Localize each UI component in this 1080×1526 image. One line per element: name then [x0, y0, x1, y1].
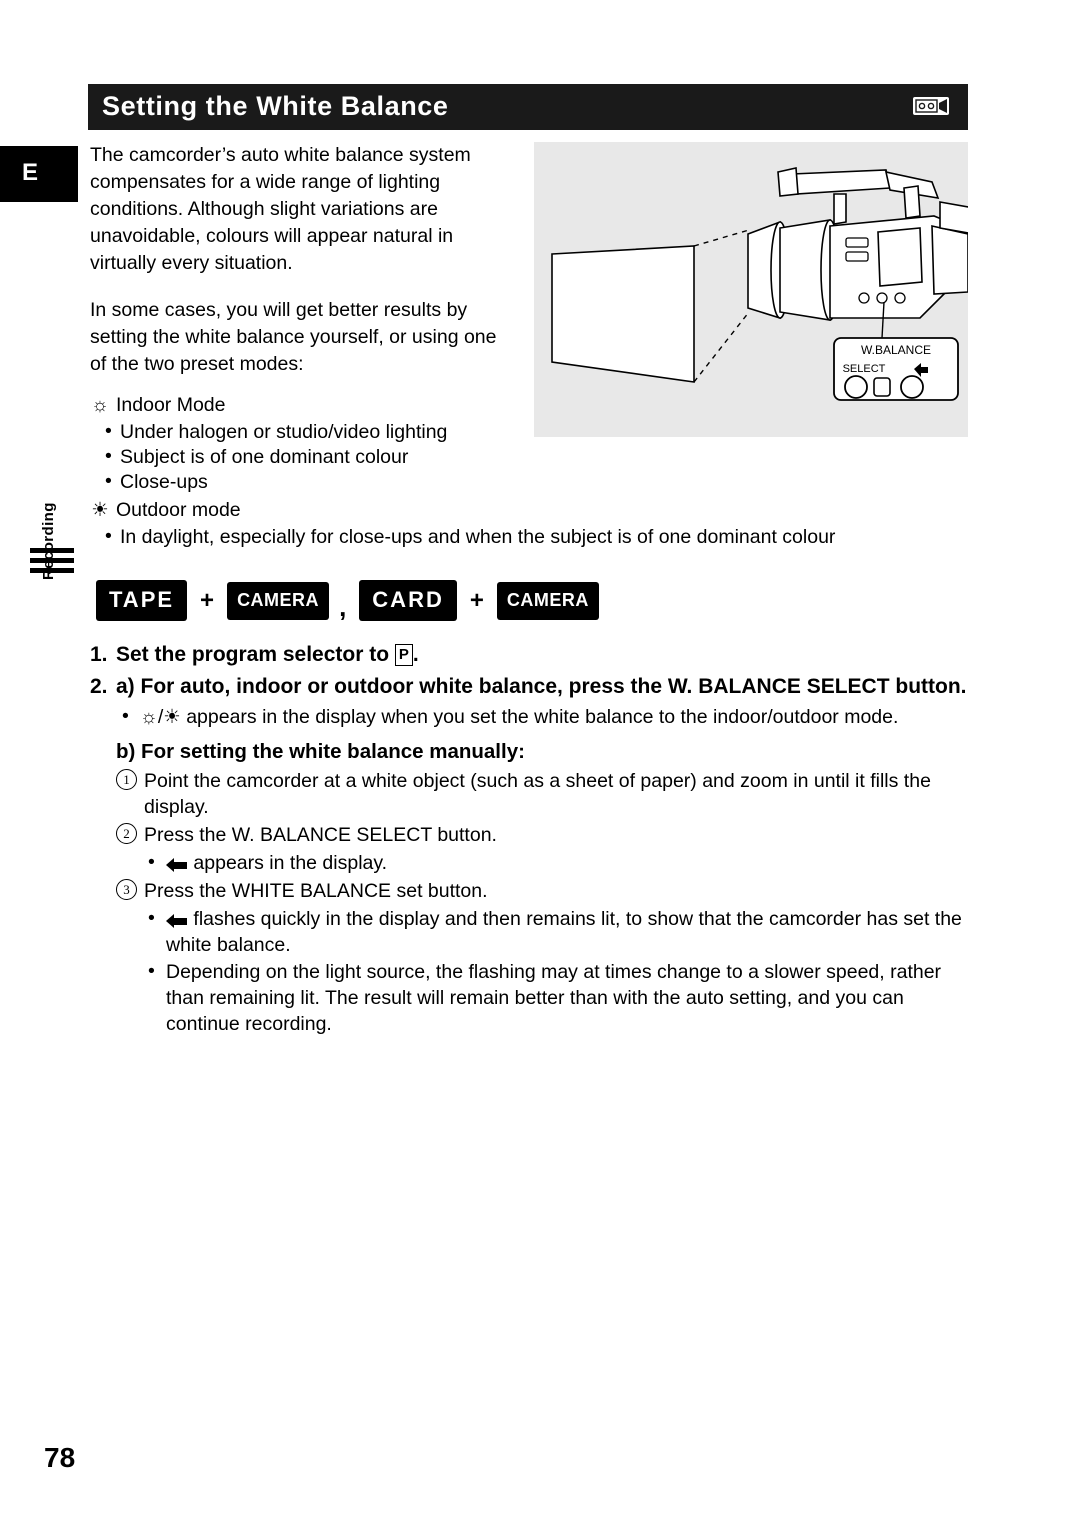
- badge-camera-2: CAMERA: [496, 581, 599, 620]
- step-2b-heading: b) For setting the white balance manuall…: [116, 740, 525, 763]
- step-2b-item-3: 3 Press the WHITE BALANCE set button.: [90, 878, 980, 904]
- white-balance-icon: [166, 858, 187, 872]
- step-2b-bullet-after-3-text: flashes quickly in the display and then …: [166, 908, 962, 956]
- intro-paragraph-2: In some cases, you will get better resul…: [90, 299, 497, 375]
- white-balance-icon: [166, 914, 187, 928]
- step-2b-item-2: 2 Press the W. BALANCE SELECT button.: [90, 822, 980, 848]
- step-2a-bullet-text: appears in the display when you set the …: [180, 706, 899, 728]
- mode-badge-row: TAPE + CAMERA , CARD + CAMERA: [96, 578, 599, 623]
- page-number: 78: [44, 1442, 76, 1473]
- svg-text:SELECT: SELECT: [843, 363, 886, 375]
- step-1-text: Set the program selector to: [116, 643, 395, 666]
- indoor-mode-heading: ☼ Indoor Mode: [90, 392, 970, 418]
- program-selector-symbol: P: [394, 644, 413, 666]
- intro-text-column: The camcorder’s auto white balance syste…: [90, 142, 500, 398]
- indoor-outdoor-symbols: ☼/☀: [140, 706, 181, 728]
- step-2-number: 2.: [90, 675, 108, 698]
- step-2b-item-1-text: Point the camcorder at a white object (s…: [144, 770, 931, 818]
- page-title: Setting the White Balance: [102, 91, 449, 121]
- badge-camera-1: CAMERA: [227, 581, 330, 620]
- intro-paragraph-1: The camcorder’s auto white balance syste…: [90, 144, 471, 274]
- preset-modes-list: ☼ Indoor Mode Under halogen or studio/vi…: [90, 392, 970, 552]
- plus-sign-2: +: [469, 586, 484, 614]
- step-2b-bullet-after-3: flashes quickly in the display and then …: [90, 905, 980, 958]
- step-2b-item-3-text: Press the WHITE BALANCE set button.: [144, 880, 488, 902]
- step-2b-bullet-after-2: appears in the display.: [90, 849, 980, 876]
- step-2a-bullet: ☼/☀ appears in the display when you set …: [90, 703, 980, 730]
- outdoor-mode-label: Outdoor mode: [116, 499, 241, 521]
- edge-tab-language: E: [0, 146, 78, 202]
- badge-card: CARD: [359, 580, 457, 621]
- step-2a-text: a) For auto, indoor or outdoor white bal…: [116, 675, 967, 698]
- list-item: Subject is of one dominant colour: [90, 444, 970, 470]
- indoor-mode-bullets: Under halogen or studio/video lighting S…: [90, 419, 970, 495]
- camcorder-tape-icon: [913, 97, 949, 115]
- indoor-mode-label: Indoor Mode: [116, 394, 226, 416]
- circled-number: 1: [116, 769, 137, 790]
- page-header-bar: Setting the White Balance: [88, 84, 968, 130]
- step-1-text-end: .: [412, 643, 419, 666]
- step-1-number: 1.: [90, 643, 108, 666]
- outdoor-mode-icon: ☀: [91, 499, 109, 521]
- list-item: In daylight, especially for close-ups an…: [90, 524, 970, 550]
- step-2b-item-1: 1 Point the camcorder at a white object …: [90, 768, 980, 820]
- badge-tape: TAPE: [96, 580, 188, 621]
- indoor-mode-icon: ☼: [91, 394, 109, 416]
- edge-tab-label: E: [22, 159, 39, 186]
- step-2a: 2. a) For auto, indoor or outdoor white b…: [90, 672, 980, 701]
- circled-number: 2: [116, 823, 137, 844]
- step-2b-bullet-final: Depending on the light source, the flash…: [90, 958, 980, 1037]
- circled-number: 3: [116, 879, 137, 900]
- section-label-recording: Recording: [40, 502, 57, 580]
- step-1: 1. Set the program selector to P.: [90, 640, 980, 669]
- step-2b-item-2-text: Press the W. BALANCE SELECT button.: [144, 824, 497, 846]
- plus-sign-1: +: [200, 586, 215, 614]
- list-item: Close-ups: [90, 469, 970, 495]
- instruction-steps: 1. Set the program selector to P. 2. a) Fo…: [90, 640, 980, 1038]
- outdoor-mode-bullets: In daylight, especially for close-ups an…: [90, 524, 970, 550]
- svg-text:W.BALANCE: W.BALANCE: [861, 343, 931, 357]
- step-2b-bullet-after-2-text: appears in the display.: [188, 852, 388, 874]
- outdoor-mode-heading: ☀ Outdoor mode: [90, 497, 970, 523]
- badge-separator: ,: [339, 592, 347, 622]
- list-item: Under halogen or studio/video lighting: [90, 419, 970, 445]
